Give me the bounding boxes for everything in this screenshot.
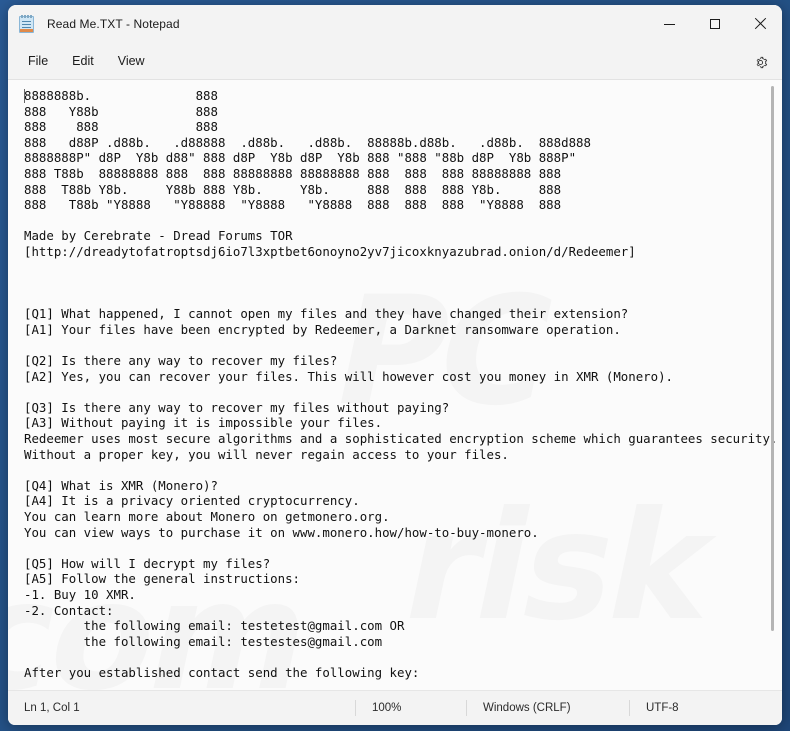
window-title: Read Me.TXT - Notepad [47, 17, 180, 31]
maximize-icon [709, 19, 720, 29]
menu-item-view[interactable]: View [106, 49, 157, 73]
notepad-window: Read Me.TXT - Notepad File Edit View 888… [8, 5, 782, 725]
settings-button[interactable] [748, 50, 772, 74]
editor-area[interactable]: PC risk com PC 8888888b. 888 888 Y88b 88… [8, 80, 782, 690]
close-button[interactable] [737, 5, 782, 43]
menu-item-file[interactable]: File [16, 49, 60, 73]
gear-icon [756, 56, 767, 68]
status-line-endings[interactable]: Windows (CRLF) [466, 700, 629, 716]
text-content[interactable]: 8888888b. 888 888 Y88b 888 888 888 888 8… [8, 80, 782, 690]
status-encoding[interactable]: UTF-8 [629, 700, 782, 716]
maximize-button[interactable] [692, 5, 737, 43]
notepad-icon [17, 14, 37, 35]
minimize-button[interactable] [647, 5, 692, 43]
status-position: Ln 1, Col 1 [24, 702, 80, 714]
scrollbar-thumb[interactable] [771, 86, 774, 631]
menu-bar: File Edit View [8, 43, 782, 80]
desktop-backdrop: Read Me.TXT - Notepad File Edit View 888… [0, 0, 790, 731]
window-controls [647, 5, 782, 43]
vertical-scrollbar[interactable] [768, 84, 777, 686]
menu-item-edit[interactable]: Edit [60, 49, 106, 73]
title-bar[interactable]: Read Me.TXT - Notepad [8, 5, 782, 43]
status-bar: Ln 1, Col 1 100% Windows (CRLF) UTF-8 [8, 690, 782, 725]
close-icon [754, 18, 766, 30]
minimize-icon [664, 23, 675, 25]
title-bar-left: Read Me.TXT - Notepad [8, 14, 180, 35]
status-zoom[interactable]: 100% [355, 700, 466, 716]
